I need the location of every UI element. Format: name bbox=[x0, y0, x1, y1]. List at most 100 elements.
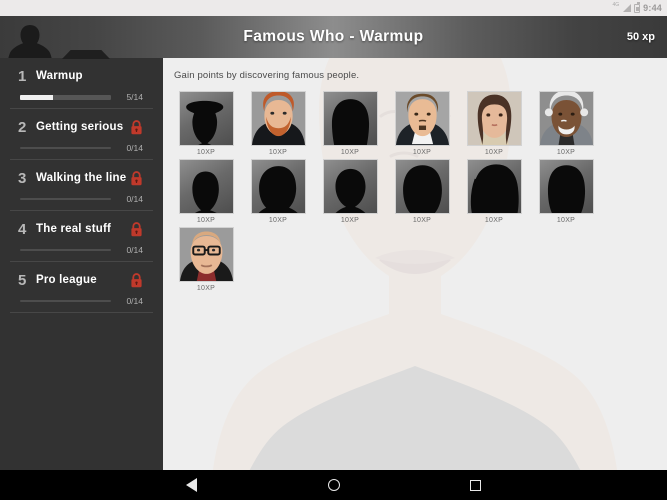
lesson-title: Pro league bbox=[36, 274, 97, 286]
silhouette-wavy-hair-person-icon bbox=[402, 165, 442, 213]
card-xp-label: 10XP bbox=[196, 217, 216, 224]
silhouette-short-hair-man-icon bbox=[191, 171, 219, 213]
lesson-number: 1 bbox=[18, 67, 27, 85]
home-circle-icon[interactable] bbox=[324, 475, 344, 495]
app-root: 4G 9:44 Famous Who - Warmup 50 xp 1 Warmu… bbox=[0, 0, 667, 500]
card-xp-label: 10XP bbox=[196, 149, 216, 156]
lock-icon bbox=[131, 119, 142, 134]
card-xp-label: 10XP bbox=[340, 149, 360, 156]
famous-person-card[interactable]: 10XP bbox=[387, 156, 457, 224]
person-thumbnail[interactable] bbox=[322, 159, 378, 214]
lesson-title: Getting serious bbox=[36, 121, 124, 133]
progress-track bbox=[20, 198, 111, 200]
sidebar-item-lesson-3[interactable]: 3 Walking the line 0/14 bbox=[10, 160, 153, 211]
card-xp-label: 10XP bbox=[412, 149, 432, 156]
famous-person-card[interactable]: 10XP bbox=[531, 156, 601, 224]
person-thumbnail[interactable] bbox=[394, 91, 450, 146]
status-icons: 4G 9:44 bbox=[612, 2, 663, 13]
person-thumbnail[interactable] bbox=[178, 159, 234, 214]
card-xp-label: 10XP bbox=[484, 217, 504, 224]
lesson-progress-row: 0/14 bbox=[18, 194, 143, 204]
lesson-number: 4 bbox=[18, 220, 27, 238]
famous-person-card[interactable]: 10XP bbox=[243, 88, 313, 156]
portrait-long-haired-woman-icon bbox=[467, 92, 521, 145]
avatar[interactable] bbox=[0, 16, 60, 58]
lesson-progress-row: 0/14 bbox=[18, 143, 143, 153]
famous-person-card[interactable]: 10XP bbox=[459, 156, 529, 224]
famous-person-card[interactable]: 10XP bbox=[531, 88, 601, 156]
card-xp-label: 10XP bbox=[268, 149, 288, 156]
silhouette-long-hair-woman-icon bbox=[331, 99, 369, 145]
network-type-label: 4G bbox=[612, 2, 620, 8]
lesson-count: 0/14 bbox=[126, 296, 143, 306]
lesson-count: 5/14 bbox=[126, 92, 143, 102]
person-thumbnail[interactable] bbox=[466, 91, 522, 146]
silhouette-curly-hair-person-icon bbox=[258, 166, 298, 213]
person-thumbnail[interactable] bbox=[538, 91, 594, 146]
famous-person-card[interactable]: 10XP bbox=[243, 156, 313, 224]
lesson-list: 1 Warmup 5/14 2 Getting serious 0/14 3 Walking … bbox=[0, 58, 163, 313]
person-thumbnail[interactable] bbox=[250, 91, 306, 146]
portrait-bald-man-glasses-icon bbox=[179, 228, 233, 281]
famous-person-card[interactable]: 10XP bbox=[459, 88, 529, 156]
progress-track bbox=[20, 94, 111, 100]
portrait-red-bearded-man-icon bbox=[251, 92, 305, 145]
famous-person-card[interactable]: 10XP bbox=[171, 156, 241, 224]
lesson-number: 3 bbox=[18, 169, 27, 187]
silhouette-hat-man-icon bbox=[185, 100, 223, 145]
person-thumbnail[interactable] bbox=[250, 159, 306, 214]
lock-icon bbox=[131, 221, 142, 236]
page-title: Famous Who - Warmup bbox=[243, 28, 424, 45]
progress-fill bbox=[20, 94, 53, 100]
lesson-count: 0/14 bbox=[126, 194, 143, 204]
sidebar-item-lesson-5[interactable]: 5 Pro league 0/14 bbox=[10, 262, 153, 313]
famous-person-card[interactable]: 10XP bbox=[387, 88, 457, 156]
card-xp-label: 10XP bbox=[268, 217, 288, 224]
card-xp-label: 10XP bbox=[412, 217, 432, 224]
android-nav-bar bbox=[0, 470, 667, 500]
silhouette-side-hair-woman-icon bbox=[470, 164, 519, 213]
famous-person-card[interactable]: 10XP bbox=[315, 156, 385, 224]
lesson-progress-row: 0/14 bbox=[18, 245, 143, 255]
silhouette-shoulder-hair-person-icon bbox=[547, 165, 585, 213]
lesson-progress-row: 0/14 bbox=[18, 296, 143, 306]
person-thumbnail[interactable] bbox=[322, 91, 378, 146]
recents-square-icon[interactable] bbox=[466, 475, 486, 495]
lesson-progress-row: 5/14 bbox=[18, 92, 143, 102]
progress-track bbox=[20, 249, 111, 251]
lesson-header: 1 Warmup bbox=[18, 67, 143, 85]
lesson-count: 0/14 bbox=[126, 143, 143, 153]
lesson-header: 2 Getting serious bbox=[18, 118, 143, 136]
famous-people-grid: 10XP 10XP 10XP 10XP 10XP 10XP 10XP 10XP 10XP 10XP… bbox=[171, 88, 661, 292]
battery-icon bbox=[634, 2, 641, 13]
sidebar-item-lesson-1[interactable]: 1 Warmup 5/14 bbox=[10, 58, 153, 109]
progress-track bbox=[20, 147, 111, 149]
card-xp-label: 10XP bbox=[196, 285, 216, 292]
sidebar-item-lesson-4[interactable]: 4 The real stuff 0/14 bbox=[10, 211, 153, 262]
signal-icon bbox=[622, 4, 632, 12]
sidebar-item-lesson-2[interactable]: 2 Getting serious 0/14 bbox=[10, 109, 153, 160]
card-xp-label: 10XP bbox=[484, 149, 504, 156]
famous-person-card[interactable]: 10XP bbox=[171, 224, 241, 292]
lock-icon bbox=[131, 272, 142, 287]
lock-icon bbox=[131, 170, 142, 185]
famous-person-card[interactable]: 10XP bbox=[315, 88, 385, 156]
lesson-title: Walking the line bbox=[36, 172, 127, 184]
main-panel: Gain points by discovering famous people… bbox=[163, 58, 667, 470]
avatar-silhouette-icon bbox=[8, 25, 52, 58]
card-xp-label: 10XP bbox=[556, 217, 576, 224]
lesson-header: 5 Pro league bbox=[18, 271, 143, 289]
back-triangle-icon[interactable] bbox=[182, 475, 202, 495]
lesson-title: Warmup bbox=[36, 70, 83, 82]
portrait-white-haired-older-man-icon bbox=[539, 92, 593, 145]
portrait-brown-haired-man-suit-icon bbox=[395, 92, 449, 145]
card-xp-label: 10XP bbox=[340, 217, 360, 224]
person-thumbnail[interactable] bbox=[394, 159, 450, 214]
person-thumbnail[interactable] bbox=[178, 91, 234, 146]
clock-label: 9:44 bbox=[643, 3, 662, 13]
person-thumbnail[interactable] bbox=[466, 159, 522, 214]
person-thumbnail[interactable] bbox=[538, 159, 594, 214]
android-status-bar: 4G 9:44 bbox=[0, 0, 667, 16]
person-thumbnail[interactable] bbox=[178, 227, 234, 282]
famous-person-card[interactable]: 10XP bbox=[171, 88, 241, 156]
